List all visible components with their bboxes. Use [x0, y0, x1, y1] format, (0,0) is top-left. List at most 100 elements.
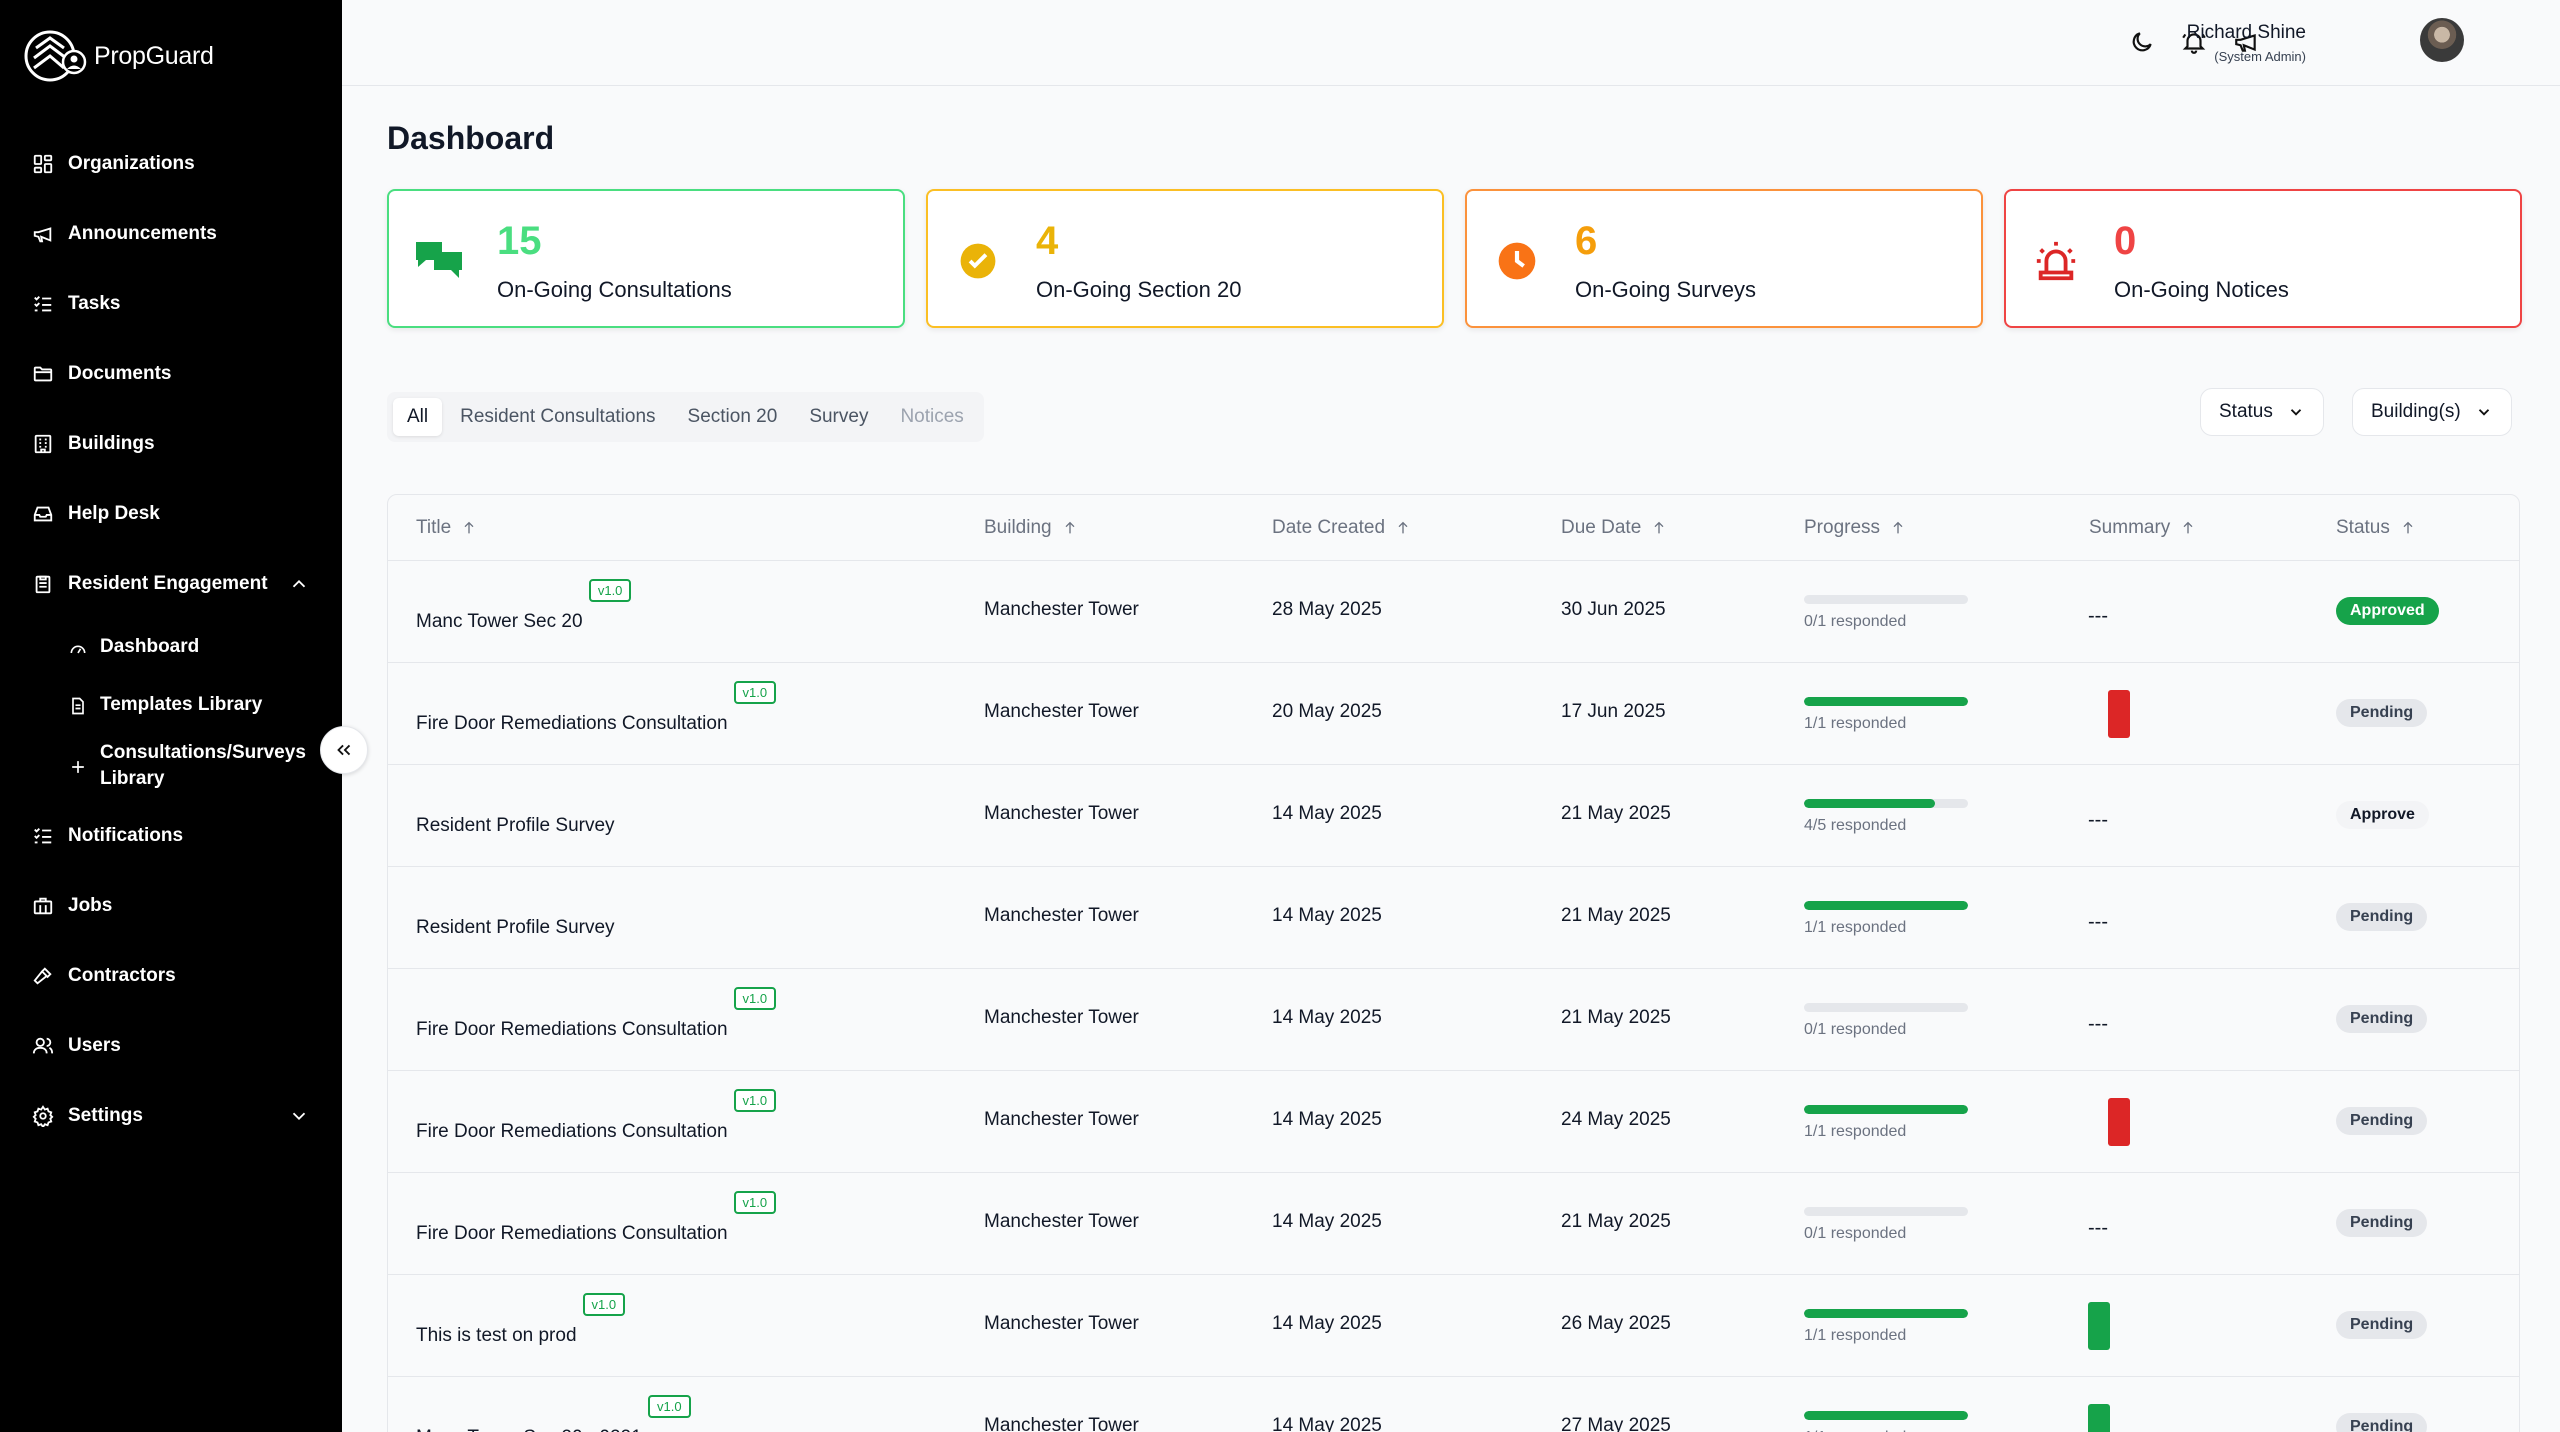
page-title: Dashboard — [387, 120, 555, 156]
tab-section-20[interactable]: Section 20 — [674, 398, 792, 436]
column-header-progress[interactable]: Progress — [1804, 517, 1906, 539]
category-tabs: All Resident Consultations Section 20 Su… — [387, 392, 984, 442]
sidebar-item-label: Resident Engagement — [68, 573, 268, 594]
dark-mode-toggle[interactable] — [2126, 26, 2158, 58]
chevron-down-icon — [2478, 409, 2489, 416]
tab-notices[interactable]: Notices — [886, 398, 977, 436]
row-building: Manchester Tower — [984, 701, 1139, 722]
sidebar-item-notifications[interactable]: Notifications — [32, 818, 183, 854]
stat-card-notices[interactable]: 0 On-Going Notices — [2004, 189, 2522, 328]
column-header-label: Progress — [1804, 517, 1881, 538]
column-header-summary[interactable]: Summary — [2089, 517, 2196, 539]
sidebar-item-label: Organizations — [68, 153, 195, 174]
megaphone-icon — [33, 227, 52, 243]
tab-survey[interactable]: Survey — [795, 398, 882, 436]
sidebar-item-contractors[interactable]: Contractors — [32, 958, 176, 994]
sidebar-item-resident-engagement[interactable]: Resident Engagement — [32, 566, 310, 602]
sidebar-item-tasks[interactable]: Tasks — [32, 286, 120, 322]
table-row[interactable]: Fire Door Remediations Consultation v1.0 M… — [388, 663, 2519, 765]
sidebar-item-jobs[interactable]: Jobs — [32, 888, 112, 924]
column-header-building[interactable]: Building — [984, 517, 1078, 539]
gauge-icon — [70, 645, 86, 654]
table-row[interactable]: Manc Tower Sec 20 - 0221 v1.0 Manchester T… — [388, 1377, 2519, 1432]
buildings-filter[interactable]: Building(s) — [2352, 388, 2512, 436]
row-title: Fire Door Remediations Consultation — [416, 1121, 728, 1142]
column-header-due-date[interactable]: Due Date — [1561, 517, 1667, 539]
status-filter[interactable]: Status — [2200, 388, 2324, 436]
summary-bar — [2088, 1302, 2110, 1350]
row-due-date: 30 Jun 2025 — [1561, 599, 1666, 620]
table-row[interactable]: Resident Profile Survey Manchester Tower 1… — [388, 867, 2519, 969]
row-building: Manchester Tower — [984, 599, 1139, 620]
column-header-date-created[interactable]: Date Created — [1272, 517, 1411, 539]
table-row[interactable]: This is test on prod v1.0 Manchester Tower… — [388, 1275, 2519, 1377]
column-header-label: Status — [2336, 517, 2390, 538]
status-badge: Pending — [2336, 1107, 2428, 1135]
sidebar-subitem-label: Consultations/Surveys — [100, 742, 306, 763]
tab-resident-consultations[interactable]: Resident Consultations — [446, 398, 669, 436]
column-header-status[interactable]: Status — [2336, 517, 2416, 539]
check-circle-icon — [952, 235, 1004, 287]
logo[interactable]: PropGuard — [24, 28, 214, 84]
progress-text: 4/5 responded — [1804, 817, 1907, 834]
row-date-created: 28 May 2025 — [1272, 599, 1382, 620]
table-row[interactable]: Fire Door Remediations Consultation v1.0 M… — [388, 1173, 2519, 1275]
progress-bar — [1804, 901, 1968, 910]
row-building: Manchester Tower — [984, 1109, 1139, 1130]
file-icon — [72, 697, 84, 715]
sidebar-item-label: Buildings — [68, 433, 155, 454]
table-row[interactable]: Fire Door Remediations Consultation v1.0 M… — [388, 969, 2519, 1071]
sidebar-item-buildings[interactable]: Buildings — [32, 426, 155, 462]
column-header-label: Summary — [2089, 517, 2171, 538]
sidebar-item-organizations[interactable]: Organizations — [32, 146, 195, 182]
sidebar-subitem-dashboard[interactable]: Dashboard — [68, 636, 199, 658]
sidebar-item-users[interactable]: Users — [32, 1028, 121, 1064]
collapse-sidebar-button[interactable] — [320, 726, 368, 774]
progress-fill — [1804, 799, 1936, 808]
progress-text: 1/1 responded — [1804, 1327, 1907, 1344]
sidebar-subitem-templates-library[interactable]: Templates Library — [68, 694, 262, 716]
moon-icon — [2132, 32, 2152, 52]
stat-card-surveys[interactable]: 6 On-Going Surveys — [1465, 189, 1983, 328]
row-due-date: 21 May 2025 — [1561, 1211, 1671, 1232]
stat-card-section-20[interactable]: 4 On-Going Section 20 — [926, 189, 1444, 328]
tab-all[interactable]: All — [393, 398, 443, 436]
chevron-down-icon — [2290, 409, 2302, 416]
avatar[interactable] — [2420, 18, 2464, 62]
chevron-up-icon — [292, 579, 306, 588]
sidebar-subitem-consultations-library[interactable]: Consultations/Surveys Library — [68, 740, 306, 792]
stat-value: 15 — [497, 219, 542, 263]
table-row[interactable]: Fire Door Remediations Consultation v1.0 M… — [388, 1071, 2519, 1173]
sidebar-item-settings[interactable]: Settings — [32, 1098, 310, 1134]
status-badge: Pending — [2336, 1005, 2428, 1033]
clock-icon — [1491, 235, 1543, 287]
stat-card-consultations[interactable]: 15 On-Going Consultations — [387, 189, 905, 328]
user-name[interactable]: Richard Shine — [2187, 22, 2306, 44]
summary-empty: --- — [2088, 605, 2108, 627]
sidebar-item-announcements[interactable]: Announcements — [32, 216, 217, 252]
progress-fill — [1804, 697, 1968, 706]
version-badge: v1.0 — [733, 681, 777, 704]
top-header: Richard Shine (System Admin) — [342, 0, 2560, 86]
sidebar-item-label: Announcements — [68, 223, 217, 244]
column-header-label: Building — [984, 517, 1052, 538]
summary-empty: --- — [2088, 911, 2108, 933]
row-title: This is test on prod — [416, 1325, 577, 1346]
table-row[interactable]: Manc Tower Sec 20 v1.0 Manchester Tower 28 … — [388, 561, 2519, 663]
row-title: Fire Door Remediations Consultation — [416, 713, 728, 734]
building-icon — [34, 434, 52, 454]
column-header-title[interactable]: Title — [416, 517, 477, 539]
sidebar-item-help-desk[interactable]: Help Desk — [32, 496, 160, 532]
stat-label: On-Going Notices — [2114, 277, 2289, 302]
hammer-icon — [33, 967, 52, 985]
sidebar-item-documents[interactable]: Documents — [32, 356, 171, 392]
siren-icon — [2030, 235, 2082, 287]
table-row[interactable]: Resident Profile Survey Manchester Tower 1… — [388, 765, 2519, 867]
row-due-date: 21 May 2025 — [1561, 803, 1671, 824]
sort-arrow-up-icon — [2183, 521, 2193, 534]
chevron-down-icon — [292, 1112, 306, 1121]
clipboard-icon — [35, 575, 51, 594]
plus-icon — [72, 761, 84, 773]
sort-arrow-up-icon — [1893, 521, 1903, 534]
sidebar-item-label: Contractors — [68, 965, 176, 986]
